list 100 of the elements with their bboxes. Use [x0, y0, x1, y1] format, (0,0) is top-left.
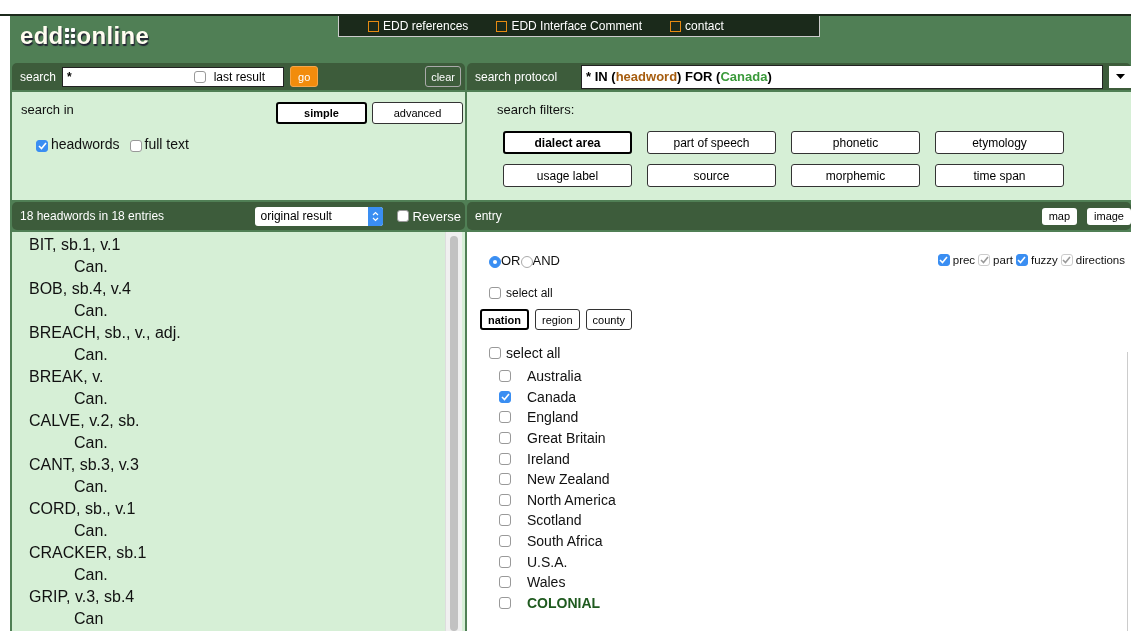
- mode-button[interactable]: advanced: [372, 102, 463, 124]
- place-label: New Zealand: [527, 471, 610, 488]
- protocol-label: search protocol: [475, 69, 558, 84]
- place-label: North America: [527, 491, 616, 508]
- place-label: Scotland: [527, 512, 582, 529]
- checkbox[interactable]: [937, 254, 950, 266]
- place-label: Great Britain: [527, 430, 606, 447]
- checkbox[interactable]: [499, 473, 511, 486]
- checkbox[interactable]: [499, 411, 511, 424]
- checkbox[interactable]: [499, 535, 511, 548]
- radio-label: OR: [501, 252, 521, 268]
- checkbox-label: Reverse: [412, 208, 461, 224]
- filter-button[interactable]: phonetic: [791, 131, 920, 154]
- filter-button[interactable]: dialect area: [503, 131, 632, 154]
- checkbox[interactable]: [499, 555, 511, 568]
- checkbox[interactable]: [499, 452, 511, 465]
- headword-link[interactable]: GRIP, v.3, sb.4: [29, 586, 465, 608]
- search-input[interactable]: *: [67, 69, 178, 84]
- sort-dropdown[interactable]: original result: [254, 206, 383, 226]
- checkbox[interactable]: [499, 493, 511, 506]
- location-abbreviation: Can.: [74, 346, 108, 363]
- location-abbreviation: Can.: [74, 390, 108, 407]
- radio-button[interactable]: [489, 256, 501, 268]
- checkbox[interactable]: [499, 596, 511, 609]
- place-label: U.S.A.: [527, 553, 568, 570]
- scrollbar[interactable]: [445, 232, 462, 631]
- headword-link[interactable]: CANT, sb.3, v.3: [29, 454, 465, 476]
- place-label: Canada: [527, 388, 577, 405]
- clear-button[interactable]: clear: [425, 66, 461, 87]
- checkbox-label: directions: [1075, 254, 1125, 266]
- checkbox-label: last result: [213, 69, 266, 84]
- place-label: Ireland: [527, 450, 570, 467]
- place-label: Australia: [527, 368, 582, 385]
- filter-button[interactable]: part of speech: [647, 131, 776, 154]
- checkbox-label: fuzzy: [1030, 254, 1058, 266]
- checkbox[interactable]: [499, 390, 511, 403]
- dropdown-button[interactable]: [1109, 65, 1131, 88]
- location-abbreviation: Can.: [74, 434, 108, 451]
- headword-link[interactable]: BREAK, v.: [29, 366, 465, 388]
- level-tab[interactable]: region: [535, 309, 580, 330]
- checkbox[interactable]: [129, 140, 142, 152]
- location-abbreviation: Can.: [74, 566, 108, 583]
- headword-link[interactable]: CALVE, v.2, sb.: [29, 410, 465, 432]
- headword-link[interactable]: BOB, sb.4, v.4: [29, 278, 465, 300]
- checkbox[interactable]: [1015, 254, 1028, 266]
- entry-label: entry: [475, 209, 502, 223]
- filter-button[interactable]: source: [647, 164, 776, 187]
- search-label: search: [20, 69, 57, 84]
- filter-button[interactable]: morphemic: [791, 164, 920, 187]
- view-button[interactable]: map: [1041, 207, 1078, 225]
- level-tab[interactable]: nation: [480, 309, 529, 330]
- level-tab[interactable]: county: [585, 309, 632, 330]
- protocol-field[interactable]: * IN (headword) FOR (Canada): [581, 64, 1103, 89]
- checkbox[interactable]: [499, 370, 511, 383]
- search-field[interactable]: * last result: [62, 66, 285, 87]
- view-button[interactable]: image: [1087, 207, 1131, 225]
- place-label: England: [527, 409, 579, 426]
- filter-button[interactable]: etymology: [935, 131, 1064, 154]
- headword-link[interactable]: CRACKER, sb.1: [29, 542, 465, 564]
- checkbox-label: full text: [144, 136, 189, 152]
- square-icon: [670, 20, 682, 32]
- filter-button[interactable]: time span: [935, 164, 1064, 187]
- mode-button[interactable]: simple: [276, 102, 367, 124]
- section-label: search in: [21, 102, 74, 117]
- checkbox[interactable]: [499, 514, 511, 527]
- stepper-icon: [371, 210, 379, 222]
- checkbox[interactable]: [489, 287, 501, 299]
- radio-button[interactable]: [520, 256, 533, 268]
- headword-link[interactable]: CORD, sb., v.1: [29, 498, 465, 520]
- checkbox-label: select all: [506, 286, 553, 300]
- logo-text: online: [76, 22, 150, 50]
- location-abbreviation: Can.: [74, 522, 108, 539]
- checkbox-label: select all: [506, 345, 561, 361]
- place-label: South Africa: [527, 533, 603, 550]
- square-icon: [496, 20, 508, 32]
- checkbox[interactable]: [489, 347, 501, 359]
- location-abbreviation: Can.: [74, 302, 108, 319]
- checkbox-label: headwords: [51, 136, 120, 152]
- checkbox-label: part: [993, 254, 1013, 266]
- checkbox[interactable]: [36, 140, 48, 152]
- checkbox-label: prec: [952, 254, 976, 266]
- checkbox[interactable]: [396, 210, 409, 222]
- dots-icon: [64, 27, 76, 45]
- checkbox[interactable]: [193, 70, 206, 83]
- location-abbreviation: Can.: [74, 258, 108, 275]
- checkbox[interactable]: [499, 576, 511, 589]
- location-abbreviation: Can.: [74, 478, 108, 495]
- location-abbreviation: Can: [74, 610, 104, 627]
- result-count: 18 headwords in 18 entries: [20, 209, 165, 223]
- headword-link[interactable]: BIT, sb.1, v.1: [29, 234, 465, 256]
- nav-link[interactable]: contact: [681, 19, 724, 33]
- radio-label: AND: [532, 252, 560, 268]
- logo-text: edd: [20, 22, 64, 50]
- filter-button[interactable]: usage label: [503, 164, 632, 187]
- checkbox[interactable]: [499, 432, 511, 445]
- place-label: COLONIAL: [527, 594, 601, 611]
- nav-link[interactable]: EDD Interface Comment: [507, 19, 643, 33]
- headword-link[interactable]: BREACH, sb., v., adj.: [29, 322, 465, 344]
- square-icon: [368, 20, 379, 32]
- nav-link[interactable]: EDD references: [379, 19, 469, 33]
